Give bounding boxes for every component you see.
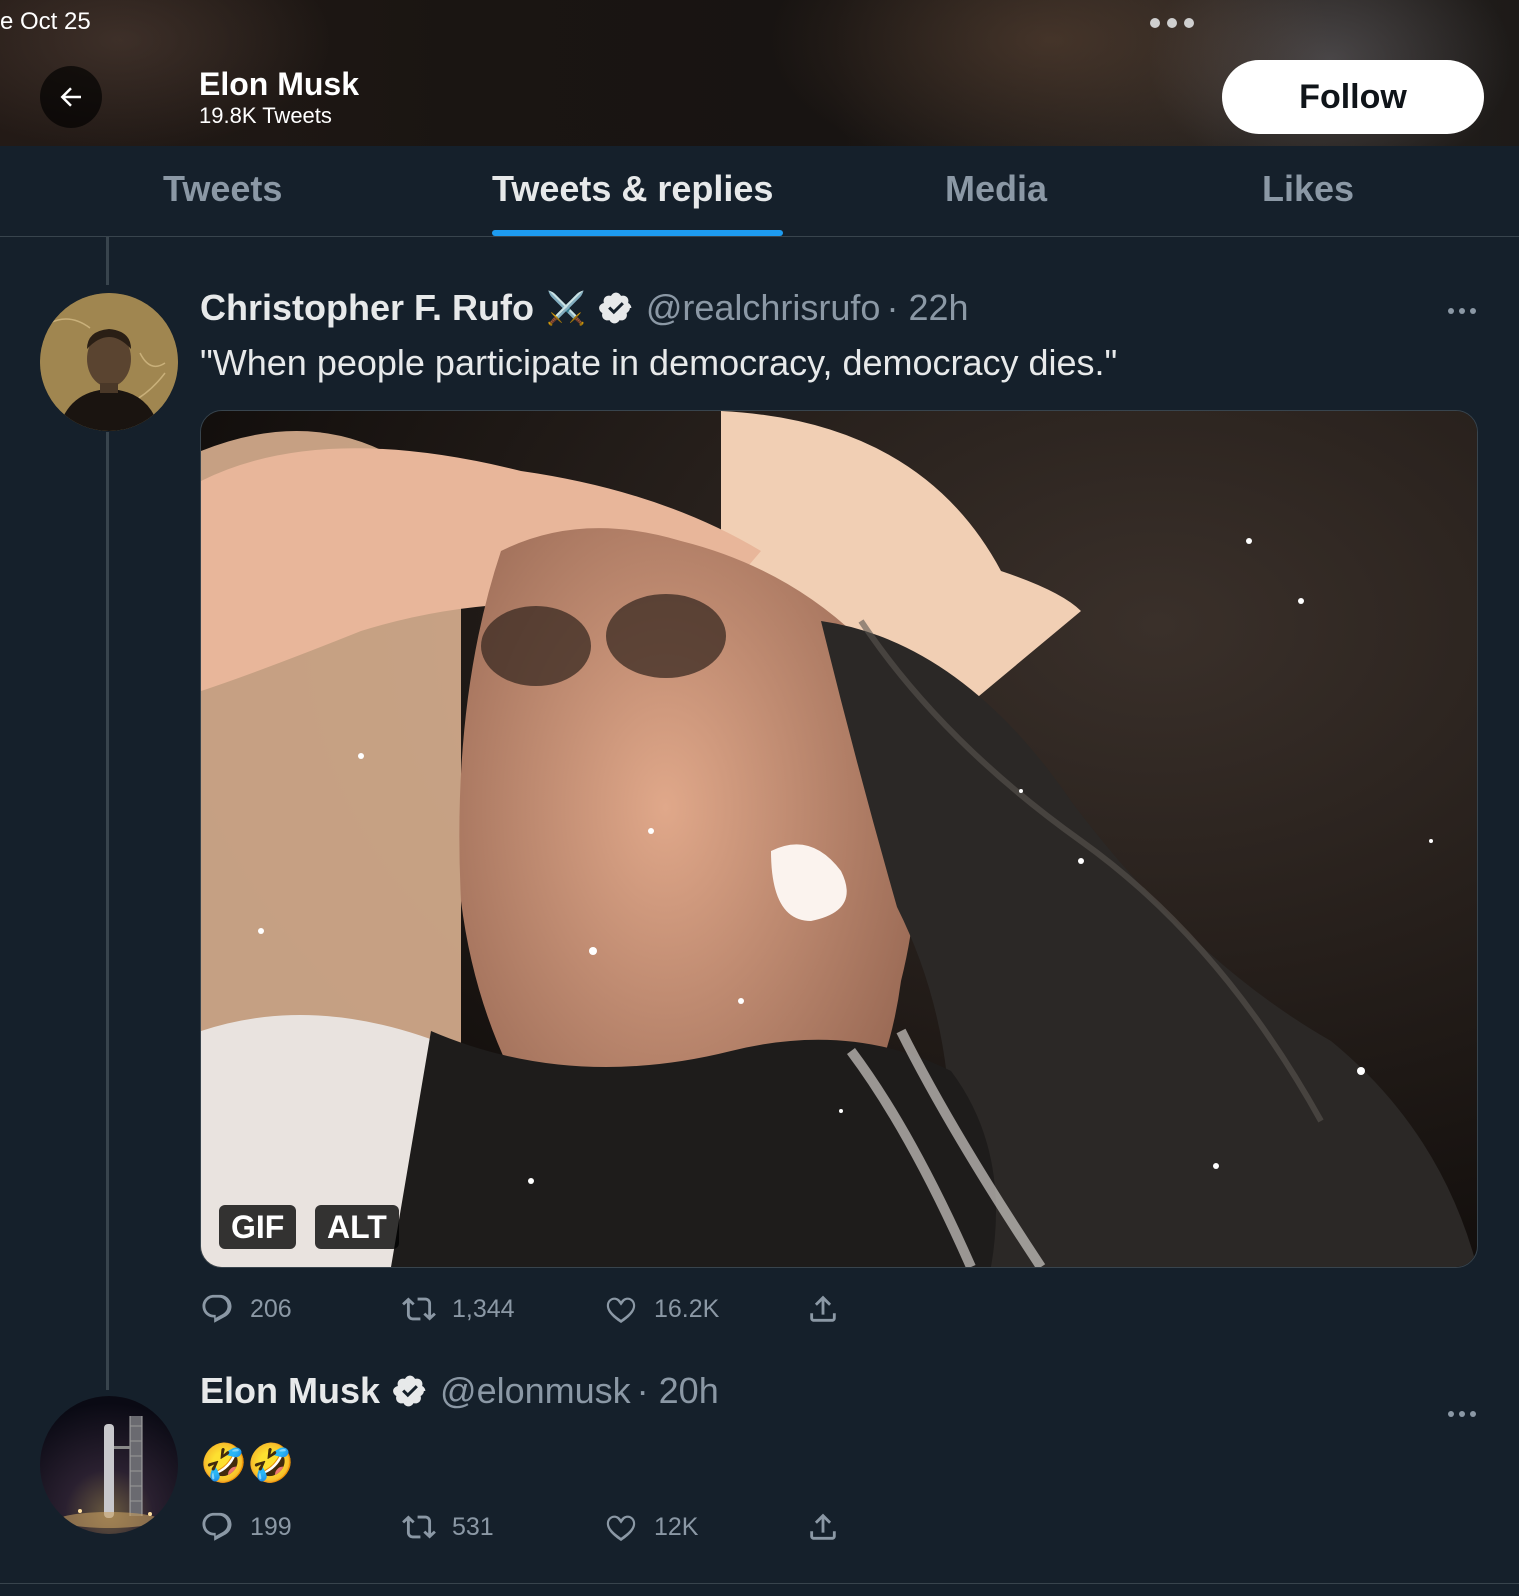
reply-icon — [202, 1512, 232, 1541]
active-tab-indicator — [492, 230, 783, 236]
profile-header: e Oct 25 Elon Musk 19.8K Tweets Follow — [0, 0, 1519, 146]
reply-button[interactable]: 199 — [200, 1510, 292, 1544]
retweet-icon — [402, 1515, 436, 1539]
gif-badge[interactable]: GIF — [219, 1205, 297, 1249]
heart-icon — [606, 1297, 636, 1324]
tweet-header: Christopher F. Rufo ⚔️ @realchrisrufo · … — [200, 287, 969, 329]
back-button[interactable] — [40, 66, 102, 128]
tweet-header: Elon Musk @elonmusk · 20h — [200, 1370, 719, 1412]
arrow-left-icon — [60, 87, 81, 107]
reply-count: 206 — [250, 1294, 292, 1323]
tweet-author-name[interactable]: Elon Musk — [200, 1370, 380, 1412]
more-options-icon[interactable] — [1448, 308, 1476, 314]
tab-likes[interactable]: Likes — [1262, 168, 1354, 210]
multitasking-dots-icon[interactable] — [1150, 18, 1194, 28]
tweet-author-handle[interactable]: @elonmusk — [440, 1370, 631, 1412]
alt-text-badge[interactable]: ALT — [315, 1205, 399, 1249]
tweet-author-handle[interactable]: @realchrisrufo — [646, 287, 881, 329]
tab-media[interactable]: Media — [945, 168, 1047, 210]
tweet-timestamp[interactable]: · 22h — [886, 287, 968, 329]
more-options-icon[interactable] — [1448, 1411, 1476, 1417]
share-button[interactable] — [806, 1510, 840, 1544]
retweet-icon — [402, 1297, 436, 1321]
reply-count: 199 — [250, 1512, 292, 1541]
like-count: 16.2K — [654, 1294, 720, 1323]
retweet-count: 1,344 — [452, 1294, 515, 1323]
retweet-count: 531 — [452, 1512, 494, 1541]
tweet-text: "When people participate in democracy, d… — [200, 342, 1118, 383]
share-button[interactable] — [806, 1292, 840, 1326]
avatar[interactable] — [40, 293, 178, 431]
like-button[interactable]: 12K — [604, 1510, 698, 1544]
like-button[interactable]: 16.2K — [604, 1292, 719, 1326]
profile-tabs: Tweets Tweets & replies Media Likes — [0, 146, 1519, 237]
like-count: 12K — [654, 1512, 699, 1541]
tweet-author-name[interactable]: Christopher F. Rufo — [200, 287, 534, 329]
share-icon — [810, 1513, 836, 1540]
follow-button[interactable]: Follow — [1222, 60, 1484, 134]
header-profile-name: Elon Musk — [199, 66, 360, 102]
verified-badge-icon — [393, 1375, 426, 1407]
thread-line-top — [106, 237, 109, 285]
tweet-gif-media[interactable]: GIF ALT — [200, 410, 1478, 1268]
share-icon — [810, 1295, 836, 1322]
tweet-divider — [0, 1583, 1519, 1584]
verified-badge-icon — [598, 292, 632, 324]
reply-button[interactable]: 206 — [200, 1292, 292, 1326]
gif-image — [201, 411, 1477, 1267]
tab-tweets[interactable]: Tweets — [163, 168, 282, 210]
tweet-timestamp[interactable]: · 20h — [637, 1370, 719, 1412]
status-bar-date: e Oct 25 — [0, 8, 91, 35]
header-tweet-count: 19.8K Tweets — [199, 103, 332, 128]
retweet-button[interactable]: 1,344 — [402, 1292, 515, 1326]
reply-icon — [202, 1294, 232, 1323]
tweet-text: 🤣🤣 — [200, 1443, 295, 1485]
avatar[interactable] — [40, 1396, 178, 1534]
heart-icon — [606, 1515, 636, 1542]
thread-line — [106, 432, 109, 1390]
retweet-button[interactable]: 531 — [402, 1510, 494, 1544]
tab-tweets-and-replies[interactable]: Tweets & replies — [492, 168, 773, 210]
crossed-swords-icon: ⚔️ — [545, 290, 586, 326]
